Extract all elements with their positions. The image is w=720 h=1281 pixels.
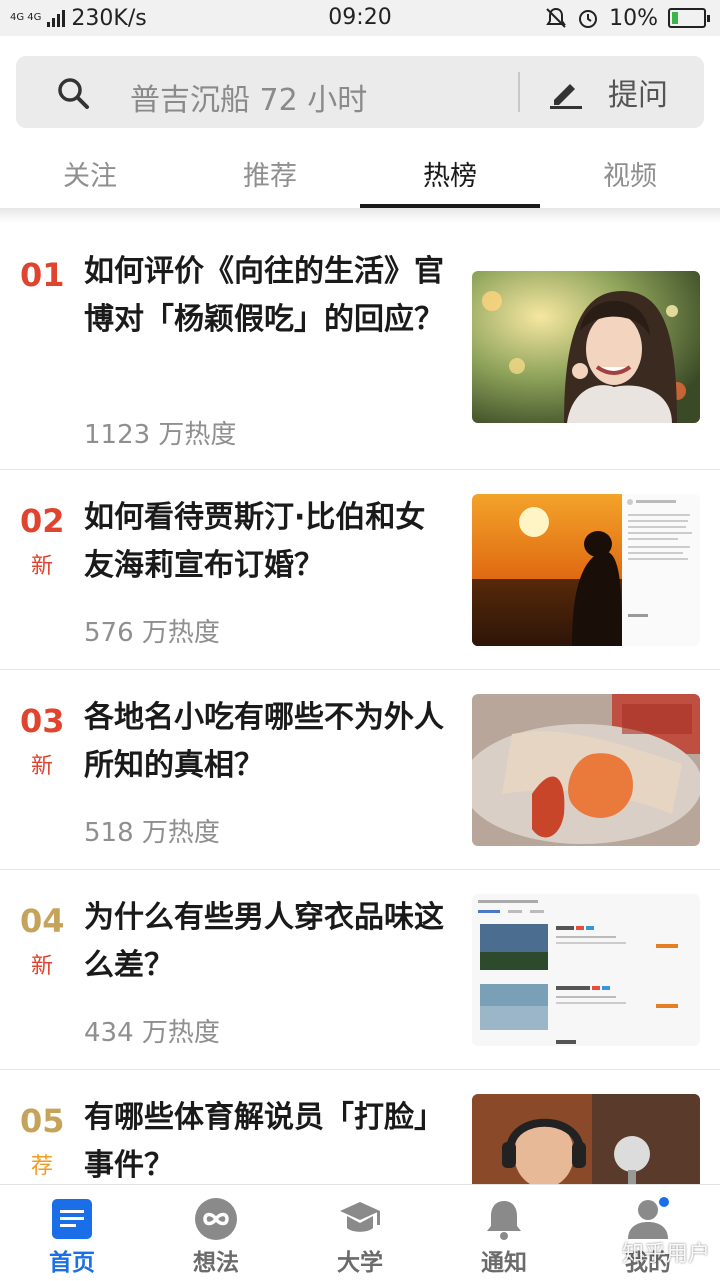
rank-number: 03: [20, 702, 65, 740]
thumbnail-image[interactable]: [472, 494, 700, 646]
nav-notifications[interactable]: 通知: [432, 1185, 576, 1281]
nav-university[interactable]: 大学: [288, 1185, 432, 1281]
pencil-icon: [550, 84, 582, 109]
search-input[interactable]: 普吉沉船 72 小时: [130, 75, 367, 119]
rank-number: 04: [20, 902, 65, 940]
ask-label: 提问: [608, 78, 668, 113]
home-icon: [52, 1199, 92, 1239]
hot-list: 01 如何评价《向往的生活》官博对「杨颖假吃」的回应？ 1123 万热度 02 …: [0, 224, 720, 1184]
bell-icon: [487, 1201, 521, 1240]
new-tag: 新: [30, 554, 53, 579]
nav-home[interactable]: 首页: [0, 1185, 144, 1281]
list-item[interactable]: 04 新 为什么有些男人穿衣品味这么差？ 434 万热度: [0, 870, 720, 1070]
heat-count: 434 万热度: [84, 1018, 220, 1048]
search-icon[interactable]: [56, 76, 90, 110]
question-title[interactable]: 为什么有些男人穿衣品味这么差？: [84, 894, 454, 990]
thumbnail-image[interactable]: [472, 1094, 700, 1184]
tab-recommend[interactable]: 推荐: [180, 140, 360, 208]
ask-button[interactable]: 提问: [546, 56, 696, 128]
question-title[interactable]: 有哪些体育解说员「打脸」事件？: [84, 1094, 454, 1184]
recommend-tag: 荐: [30, 1154, 53, 1179]
divider: [518, 72, 520, 112]
university-icon: [340, 1202, 380, 1232]
list-item[interactable]: 02 新 如何看待贾斯汀·比伯和女友海莉宣布订婚？ 576 万热度: [0, 470, 720, 670]
mute-icon: [546, 7, 566, 28]
tab-follow[interactable]: 关注: [0, 140, 180, 208]
list-item[interactable]: 05 荐 有哪些体育解说员「打脸」事件？: [0, 1070, 720, 1184]
heat-count: 576 万热度: [84, 618, 220, 648]
nav-university-label: 大学: [337, 1250, 383, 1276]
battery-icon: [668, 8, 710, 28]
rank-number: 02: [20, 502, 65, 540]
nav-notifications-label: 通知: [481, 1250, 527, 1276]
heat-count: 1123 万热度: [84, 420, 237, 450]
list-item[interactable]: 01 如何评价《向往的生活》官博对「杨颖假吃」的回应？ 1123 万热度: [0, 224, 720, 470]
watermark-text: 知乎用户: [621, 1242, 710, 1267]
tabs-shadow: [0, 208, 720, 224]
top-tabs: 关注 推荐 热榜 视频: [0, 140, 720, 208]
bottom-nav: 首页 想法 大学 通知 我的: [0, 1184, 720, 1280]
profile-icon: [628, 1197, 669, 1239]
question-title[interactable]: 如何评价《向往的生活》官博对「杨颖假吃」的回应？: [84, 248, 454, 344]
status-bar: 4G 4G 230K/s 09:20 10%: [0, 0, 720, 36]
thumbnail-image[interactable]: [472, 271, 700, 423]
thumbnail-image[interactable]: [472, 694, 700, 846]
rank-number: 05: [20, 1102, 65, 1140]
battery-percent: 10%: [609, 5, 658, 31]
tab-video[interactable]: 视频: [540, 140, 720, 208]
alarm-icon: [579, 10, 598, 28]
rank-number: 01: [20, 256, 65, 294]
idea-icon: [195, 1198, 237, 1240]
nav-ideas-label: 想法: [193, 1250, 239, 1276]
status-right: 10%: [545, 0, 710, 36]
question-title[interactable]: 如何看待贾斯汀·比伯和女友海莉宣布订婚？: [84, 494, 454, 590]
nav-ideas[interactable]: 想法: [144, 1185, 288, 1281]
new-tag: 新: [30, 954, 53, 979]
heat-count: 518 万热度: [84, 818, 220, 848]
thumbnail-image[interactable]: [472, 894, 700, 1046]
question-title[interactable]: 各地名小吃有哪些不为外人所知的真相？: [84, 694, 454, 790]
list-item[interactable]: 03 新 各地名小吃有哪些不为外人所知的真相？ 518 万热度: [0, 670, 720, 870]
search-bar[interactable]: 普吉沉船 72 小时 提问: [16, 56, 704, 128]
nav-home-label: 首页: [49, 1250, 95, 1276]
tab-hot[interactable]: 热榜: [360, 140, 540, 208]
new-tag: 新: [30, 754, 53, 779]
